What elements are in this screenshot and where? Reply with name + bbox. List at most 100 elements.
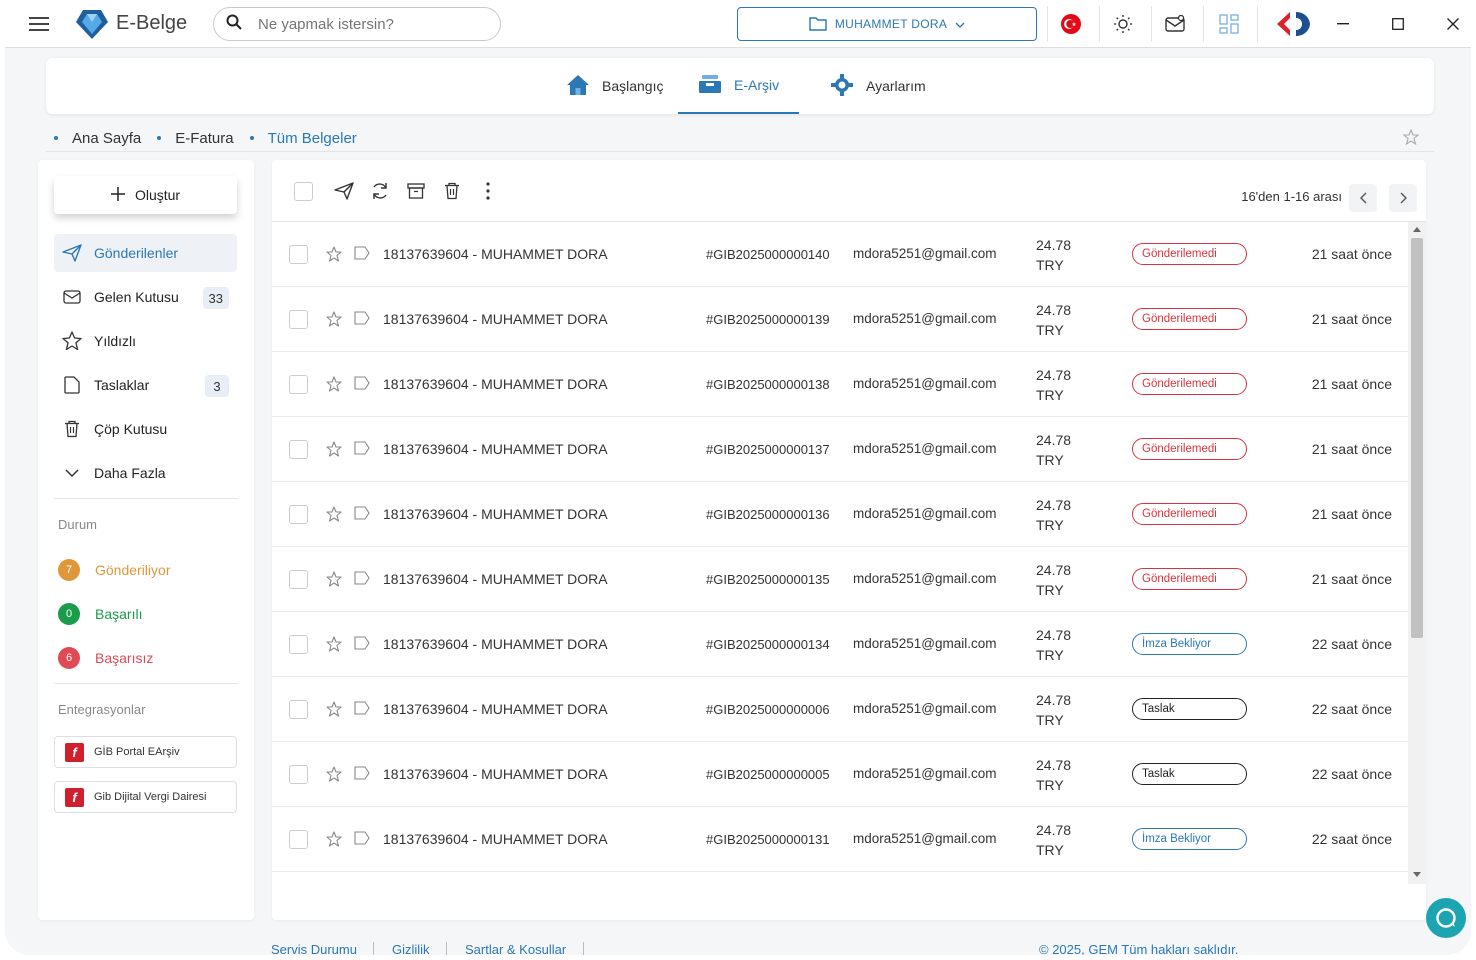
table-row[interactable]: 18137639604 - MUHAMMET DORA #GIB202500000… [272, 352, 1408, 417]
row-recipient: 18137639604 - MUHAMMET DORA [383, 766, 608, 782]
footer-link-sartlar[interactable]: Sartlar & Kosullar [465, 942, 566, 955]
row-time: 21 saat önce [1311, 506, 1392, 522]
sidebar-item-taslaklar[interactable]: Taslaklar 3 [54, 366, 237, 404]
star-icon[interactable] [326, 571, 342, 592]
table-row[interactable]: 18137639604 - MUHAMMET DORA #GIB202500000… [272, 287, 1408, 352]
table-row[interactable]: 18137639604 - MUHAMMET DORA #GIB202500000… [272, 547, 1408, 612]
search-box[interactable] [213, 7, 501, 41]
layout-icon[interactable] [1216, 11, 1242, 37]
next-page-button[interactable] [1389, 184, 1417, 212]
tag-icon[interactable] [354, 376, 370, 395]
star-icon[interactable] [326, 636, 342, 657]
table-row[interactable]: 18137639604 - MUHAMMET DORA #GIB202500000… [272, 482, 1408, 547]
integration-gib-dijital[interactable]: f Gib Dijital Vergi Dairesi [54, 781, 237, 813]
tab-ayarlarim[interactable]: Ayarlarım [822, 58, 934, 114]
sidebar-item-gelen-kutusu[interactable]: Gelen Kutusu 33 [54, 278, 237, 316]
star-icon[interactable] [326, 246, 342, 267]
row-document-id: #GIB2025000000137 [706, 442, 830, 457]
tag-icon[interactable] [354, 636, 370, 655]
tag-icon[interactable] [354, 246, 370, 265]
chat-icon[interactable] [1426, 898, 1466, 938]
breadcrumb-ana-sayfa[interactable]: Ana Sayfa [72, 130, 141, 147]
refresh-icon[interactable] [369, 180, 391, 202]
tag-icon[interactable] [354, 571, 370, 590]
star-icon[interactable] [326, 831, 342, 852]
scrollbar-thumb[interactable] [1411, 238, 1423, 638]
chevron-down-icon [955, 17, 965, 31]
sidebar-item-gonderilenler[interactable]: Gönderilenler [54, 234, 237, 272]
send-icon[interactable] [333, 180, 355, 202]
user-account-button[interactable]: MUHAMMET DORA [737, 7, 1037, 41]
tag-icon[interactable] [354, 311, 370, 330]
mail-icon[interactable] [1162, 11, 1188, 37]
status-gonderiliyor[interactable]: 7 Gönderiliyor [58, 558, 170, 582]
integration-gib-portal[interactable]: f GİB Portal EArşiv [54, 736, 237, 768]
search-input[interactable] [258, 15, 478, 33]
row-checkbox[interactable] [289, 440, 308, 459]
turkish-flag-icon[interactable] [1058, 11, 1084, 37]
row-checkbox[interactable] [289, 375, 308, 394]
status-basarisiz[interactable]: 6 Başarısız [58, 646, 153, 670]
status-badge: Gönderilemedi [1132, 308, 1247, 330]
prev-page-button[interactable] [1349, 184, 1377, 212]
favorite-star-icon[interactable] [1402, 128, 1420, 150]
star-icon[interactable] [326, 766, 342, 787]
sun-icon[interactable] [1110, 11, 1136, 37]
create-button[interactable]: Oluştur [54, 176, 237, 214]
select-all-checkbox[interactable] [292, 180, 314, 202]
tab-baslangic[interactable]: Başlangıç [558, 58, 671, 114]
close-icon[interactable] [1441, 12, 1465, 36]
row-checkbox[interactable] [289, 245, 308, 264]
star-icon[interactable] [326, 441, 342, 462]
row-recipient: 18137639604 - MUHAMMET DORA [383, 441, 608, 457]
archive-icon[interactable] [405, 180, 427, 202]
table-row[interactable]: 18137639604 - MUHAMMET DORA #GIB202500000… [272, 677, 1408, 742]
table-row[interactable]: 18137639604 - MUHAMMET DORA #GIB202500000… [272, 807, 1408, 872]
table-row[interactable]: 18137639604 - MUHAMMET DORA #GIB202500000… [272, 222, 1408, 287]
footer-link-servis-durumu[interactable]: Servis Durumu [271, 942, 357, 955]
maximize-icon[interactable] [1386, 12, 1410, 36]
star-icon[interactable] [326, 701, 342, 722]
tag-icon[interactable] [354, 831, 370, 850]
row-checkbox[interactable] [289, 310, 308, 329]
star-icon[interactable] [326, 311, 342, 332]
footer-link-gizlilik[interactable]: Gizlilik [392, 942, 430, 955]
row-time: 22 saat önce [1311, 701, 1392, 717]
sidebar-item-yildizli[interactable]: Yıldızlı [54, 322, 237, 360]
row-email: mdora5251@gmail.com [853, 636, 997, 651]
minimize-icon[interactable] [1331, 12, 1355, 36]
scrollbar[interactable] [1408, 222, 1426, 884]
tag-icon[interactable] [354, 441, 370, 460]
gib-logo-icon: f [65, 787, 84, 807]
row-checkbox[interactable] [289, 700, 308, 719]
tag-icon[interactable] [354, 766, 370, 785]
sidebar-item-daha-fazla[interactable]: Daha Fazla [54, 454, 237, 492]
row-checkbox[interactable] [289, 505, 308, 524]
tag-icon[interactable] [354, 701, 370, 720]
row-document-id: #GIB2025000000005 [706, 767, 830, 782]
divider [1151, 6, 1152, 42]
menu-icon[interactable] [27, 12, 51, 36]
row-time: 22 saat önce [1311, 831, 1392, 847]
table-row[interactable]: 18137639604 - MUHAMMET DORA #GIB202500000… [272, 742, 1408, 807]
home-icon [566, 74, 590, 99]
row-checkbox[interactable] [289, 635, 308, 654]
trash-icon[interactable] [441, 180, 463, 202]
table-row[interactable]: 18137639604 - MUHAMMET DORA #GIB202500000… [272, 417, 1408, 482]
table-row[interactable]: 18137639604 - MUHAMMET DORA #GIB202500000… [272, 612, 1408, 677]
row-checkbox[interactable] [289, 765, 308, 784]
status-basarili[interactable]: 0 Başarılı [58, 602, 142, 626]
star-icon[interactable] [326, 506, 342, 527]
row-email: mdora5251@gmail.com [853, 506, 997, 521]
row-checkbox[interactable] [289, 570, 308, 589]
pagination-info: 16'den 1-16 arası [1241, 189, 1342, 204]
breadcrumb-e-fatura[interactable]: E-Fatura [175, 130, 233, 147]
sidebar-item-cop-kutusu[interactable]: Çöp Kutusu [54, 410, 237, 448]
tab-e-arsiv[interactable]: E-Arşiv [678, 58, 800, 114]
tag-icon[interactable] [354, 506, 370, 525]
gear-icon [830, 73, 854, 100]
row-checkbox[interactable] [289, 830, 308, 849]
more-icon[interactable] [477, 180, 499, 202]
star-icon[interactable] [326, 376, 342, 397]
row-email: mdora5251@gmail.com [853, 571, 997, 586]
